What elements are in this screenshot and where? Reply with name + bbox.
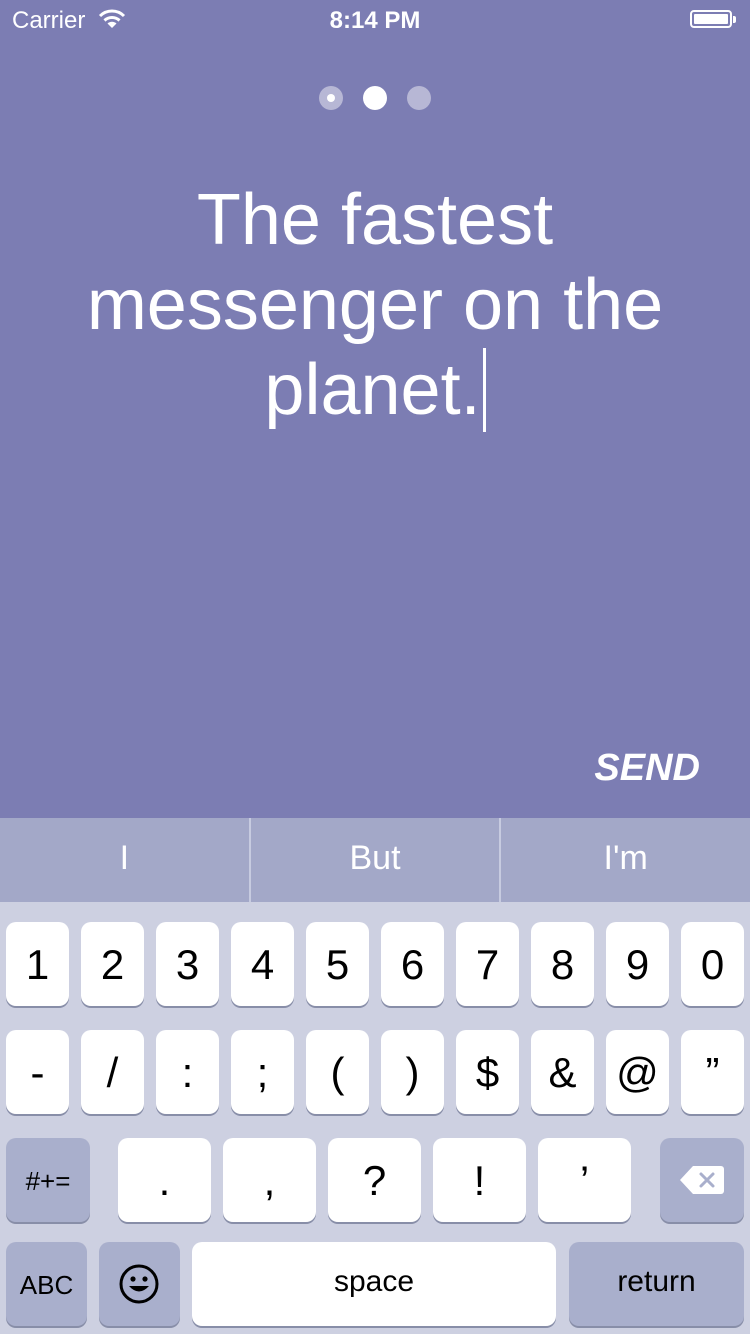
key-0[interactable]: 0 <box>681 922 744 1006</box>
key-slash[interactable]: / <box>81 1030 144 1114</box>
key-8[interactable]: 8 <box>531 922 594 1006</box>
status-time: 8:14 PM <box>329 7 421 34</box>
abc-key[interactable]: ABC <box>6 1242 87 1326</box>
key-comma[interactable]: , <box>223 1138 316 1222</box>
message-text-field[interactable]: The fastest messenger on the planet. <box>60 178 690 433</box>
key-apostrophe[interactable]: ’ <box>538 1138 631 1222</box>
key-colon[interactable]: : <box>156 1030 219 1114</box>
space-key[interactable]: space <box>192 1242 556 1326</box>
key-at[interactable]: @ <box>606 1030 669 1114</box>
keyboard: 1 2 3 4 5 6 7 8 9 0 - / : ; ( ) $ & @ ” … <box>0 902 750 1334</box>
key-quote[interactable]: ” <box>681 1030 744 1114</box>
key-1[interactable]: 1 <box>6 922 69 1006</box>
battery-icon <box>690 10 736 28</box>
key-9[interactable]: 9 <box>606 922 669 1006</box>
key-4[interactable]: 4 <box>231 922 294 1006</box>
suggestion-item[interactable]: I <box>0 818 249 902</box>
suggestion-bar: I But I'm <box>0 818 750 902</box>
page-indicator <box>0 86 750 110</box>
key-3[interactable]: 3 <box>156 922 219 1006</box>
key-close-paren[interactable]: ) <box>381 1030 444 1114</box>
backspace-key[interactable] <box>660 1138 744 1222</box>
symbols-key[interactable]: #+= <box>6 1138 90 1222</box>
emoji-key[interactable] <box>99 1242 180 1326</box>
backspace-icon <box>680 1166 724 1194</box>
key-2[interactable]: 2 <box>81 922 144 1006</box>
text-cursor <box>482 348 486 432</box>
key-question[interactable]: ? <box>328 1138 421 1222</box>
page-dot[interactable] <box>319 86 343 110</box>
key-open-paren[interactable]: ( <box>306 1030 369 1114</box>
key-hyphen[interactable]: - <box>6 1030 69 1114</box>
return-key[interactable]: return <box>569 1242 744 1326</box>
key-ampersand[interactable]: & <box>531 1030 594 1114</box>
page-dot[interactable] <box>407 86 431 110</box>
suggestion-item[interactable]: I'm <box>499 818 750 902</box>
key-period[interactable]: . <box>118 1138 211 1222</box>
headline-text: The fastest messenger on the planet. <box>86 180 664 430</box>
key-exclamation[interactable]: ! <box>433 1138 526 1222</box>
key-7[interactable]: 7 <box>456 922 519 1006</box>
status-bar: Carrier 8:14 PM <box>0 0 750 40</box>
send-button[interactable]: SEND <box>560 744 700 792</box>
key-5[interactable]: 5 <box>306 922 369 1006</box>
suggestion-item[interactable]: But <box>248 818 500 902</box>
key-dollar[interactable]: $ <box>456 1030 519 1114</box>
emoji-icon <box>119 1264 159 1304</box>
page-dot-active[interactable] <box>363 86 387 110</box>
key-6[interactable]: 6 <box>381 922 444 1006</box>
key-semicolon[interactable]: ; <box>231 1030 294 1114</box>
